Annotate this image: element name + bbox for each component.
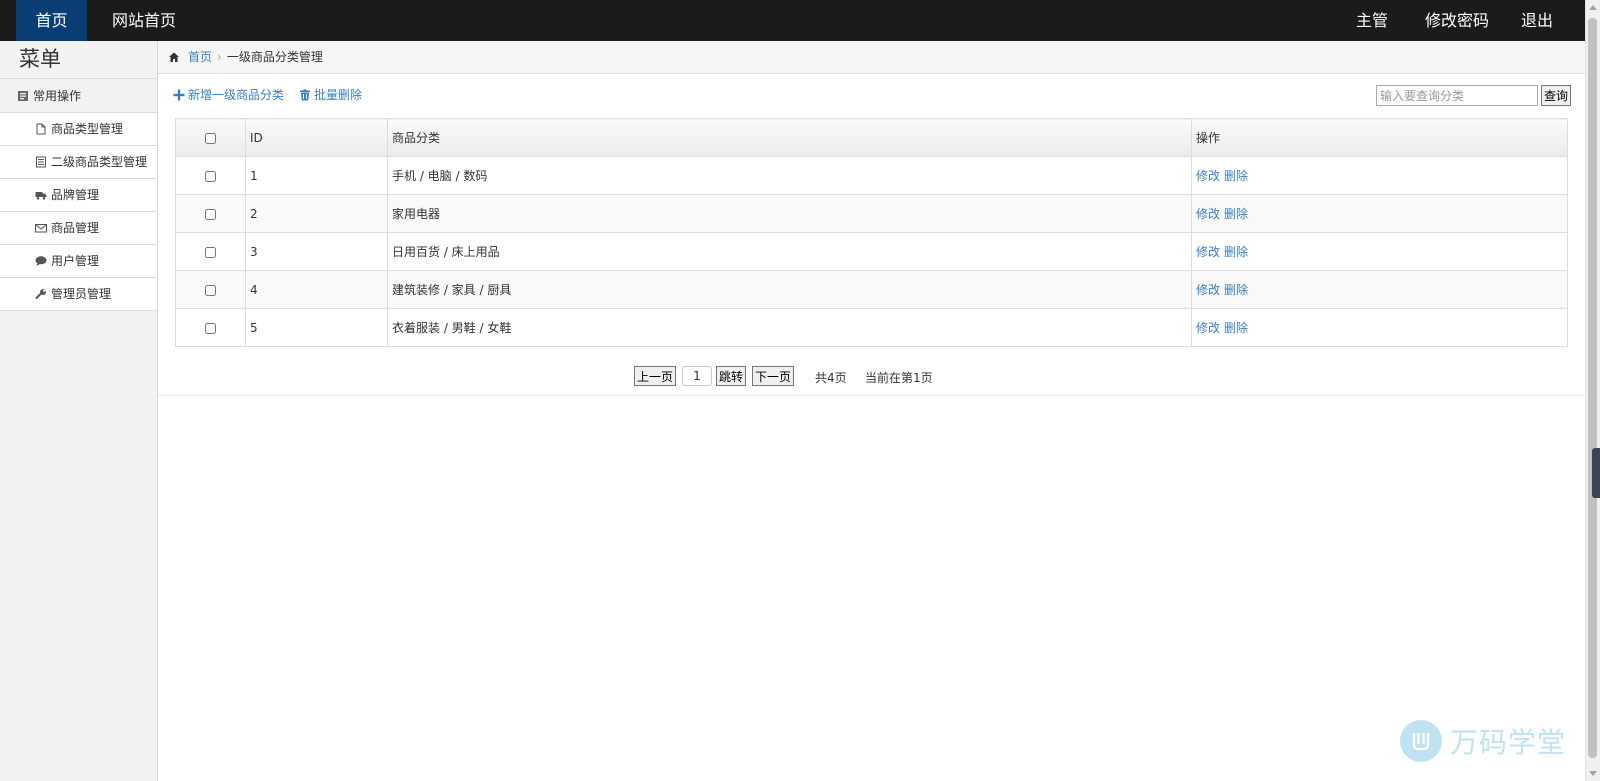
file-icon — [35, 123, 47, 135]
search-input[interactable] — [1376, 85, 1538, 106]
header-name: 商品分类 — [387, 118, 1192, 157]
sidebar-item-goods[interactable]: 商品管理 — [0, 212, 157, 245]
delete-link[interactable]: 删除 — [1224, 321, 1248, 335]
sidebar-title: 菜单 — [0, 41, 157, 79]
toolbar: 新增一级商品分类 批量删除 — [173, 86, 377, 103]
main-content: 首页 › 一级商品分类管理 新增一级商品分类 批量删除 查询 ID 商品分类 — [158, 41, 1585, 781]
sidebar-item-admins[interactable]: 管理员管理 — [0, 278, 157, 311]
row-checkbox[interactable] — [205, 284, 216, 296]
total-pages: 共4页 — [815, 371, 847, 385]
table-row: 1 手机 / 电脑 / 数码 修改 删除 — [175, 156, 1568, 195]
edit-link[interactable]: 修改 — [1196, 169, 1220, 183]
sidebar-item-label: 品牌管理 — [51, 187, 100, 202]
cell-id: 1 — [245, 156, 388, 195]
cell-name: 家用电器 — [387, 194, 1192, 233]
scroll-down-icon[interactable] — [1589, 771, 1597, 776]
side-widget-tab[interactable] — [1592, 448, 1600, 498]
list-icon — [35, 156, 47, 168]
plus-icon — [173, 89, 185, 101]
cell-name: 衣着服装 / 男鞋 / 女鞋 — [387, 308, 1192, 347]
sidebar-group-common[interactable]: 常用操作 — [0, 79, 157, 113]
header-ops: 操作 — [1191, 118, 1568, 157]
sidebar-item-label: 二级商品类型管理 — [51, 154, 148, 169]
row-checkbox[interactable] — [205, 170, 216, 182]
watermark-logo-icon — [1400, 720, 1442, 762]
comment-icon — [35, 255, 47, 267]
delete-link[interactable]: 删除 — [1224, 283, 1248, 297]
table-row: 4 建筑装修 / 家具 / 厨具 修改 删除 — [175, 270, 1568, 309]
batch-delete-button[interactable]: 批量删除 — [299, 86, 362, 103]
search-bar: 查询 — [1376, 85, 1572, 106]
current-page: 当前在第1页 — [865, 371, 933, 385]
edit-link[interactable]: 修改 — [1196, 321, 1220, 335]
sidebar-item-label: 商品管理 — [51, 220, 100, 235]
sidebar-group-label: 常用操作 — [33, 88, 82, 103]
header-select-all — [175, 118, 246, 157]
envelope-icon — [35, 222, 47, 234]
nav-change-password[interactable]: 修改密码 — [1425, 0, 1489, 41]
edit-link[interactable]: 修改 — [1196, 283, 1220, 297]
top-navbar: 首页 网站首页 主管 修改密码 退出 — [0, 0, 1585, 41]
go-page-button[interactable]: 跳转 — [716, 366, 747, 386]
sidebar: 菜单 常用操作 商品类型管理 二级商品类型管理 品牌管理 商品管理 用户管理 管… — [0, 41, 158, 781]
watermark-text: 万码学堂 — [1450, 726, 1567, 759]
cell-name: 建筑装修 / 家具 / 厨具 — [387, 270, 1192, 309]
sidebar-item-label: 管理员管理 — [51, 286, 112, 301]
cell-id: 3 — [245, 232, 388, 271]
watermark: 万码学堂 — [1400, 720, 1566, 762]
header-id: ID — [245, 118, 388, 157]
nav-site-home[interactable]: 网站首页 — [112, 0, 176, 41]
prev-page-button[interactable]: 上一页 — [634, 366, 677, 386]
cell-id: 4 — [245, 270, 388, 309]
row-checkbox[interactable] — [205, 322, 216, 334]
breadcrumb-separator-icon: › — [217, 49, 222, 64]
delete-link[interactable]: 删除 — [1224, 245, 1248, 259]
edit-link[interactable]: 修改 — [1196, 207, 1220, 221]
table-row: 3 日用百货 / 床上用品 修改 删除 — [175, 232, 1568, 271]
page-number-input[interactable]: 1 — [682, 366, 712, 386]
home-icon — [168, 51, 180, 63]
row-checkbox[interactable] — [205, 246, 216, 258]
truck-icon — [35, 189, 47, 201]
table-header-row: ID 商品分类 操作 — [175, 118, 1568, 157]
nav-current-user[interactable]: 主管 — [1356, 0, 1388, 41]
sidebar-item-brand[interactable]: 品牌管理 — [0, 179, 157, 212]
next-page-button[interactable]: 下一页 — [752, 366, 795, 386]
cell-id: 5 — [245, 308, 388, 347]
table-row: 2 家用电器 修改 删除 — [175, 194, 1568, 233]
breadcrumb: 首页 › 一级商品分类管理 — [158, 41, 1585, 74]
pagination: 上一页 1 跳转 下一页 共4页 当前在第1页 — [158, 366, 1585, 394]
delete-link[interactable]: 删除 — [1224, 207, 1248, 221]
batch-delete-label: 批量删除 — [314, 88, 363, 102]
edit-link[interactable]: 修改 — [1196, 245, 1220, 259]
table-row: 5 衣着服装 / 男鞋 / 女鞋 修改 删除 — [175, 308, 1568, 347]
breadcrumb-home[interactable]: 首页 — [188, 41, 212, 74]
cell-name: 手机 / 电脑 / 数码 — [387, 156, 1192, 195]
book-icon — [17, 90, 29, 102]
add-category-label: 新增一级商品分类 — [188, 88, 285, 102]
scroll-up-icon[interactable] — [1589, 5, 1597, 10]
wrench-icon — [35, 288, 47, 300]
sidebar-item-subcategory-type[interactable]: 二级商品类型管理 — [0, 146, 157, 179]
row-checkbox[interactable] — [205, 208, 216, 220]
trash-icon — [299, 89, 311, 101]
cell-id: 2 — [245, 194, 388, 233]
scroll-thumb[interactable] — [1588, 18, 1597, 758]
search-button[interactable]: 查询 — [1541, 85, 1572, 106]
page-scrollbar[interactable] — [1585, 0, 1600, 781]
cell-name: 日用百货 / 床上用品 — [387, 232, 1192, 271]
content-divider — [158, 395, 1585, 396]
sidebar-item-label: 商品类型管理 — [51, 121, 124, 136]
add-category-button[interactable]: 新增一级商品分类 — [173, 86, 284, 103]
sidebar-item-category-type[interactable]: 商品类型管理 — [0, 113, 157, 146]
select-all-checkbox[interactable] — [205, 132, 216, 144]
breadcrumb-current: 一级商品分类管理 — [226, 49, 323, 64]
category-table: ID 商品分类 操作 1 手机 / 电脑 / 数码 修改 删除 2 家用电器 修改… — [175, 118, 1568, 347]
sidebar-item-label: 用户管理 — [51, 253, 100, 268]
nav-home[interactable]: 首页 — [16, 0, 87, 41]
delete-link[interactable]: 删除 — [1224, 169, 1248, 183]
nav-logout[interactable]: 退出 — [1521, 0, 1553, 41]
sidebar-item-users[interactable]: 用户管理 — [0, 245, 157, 278]
